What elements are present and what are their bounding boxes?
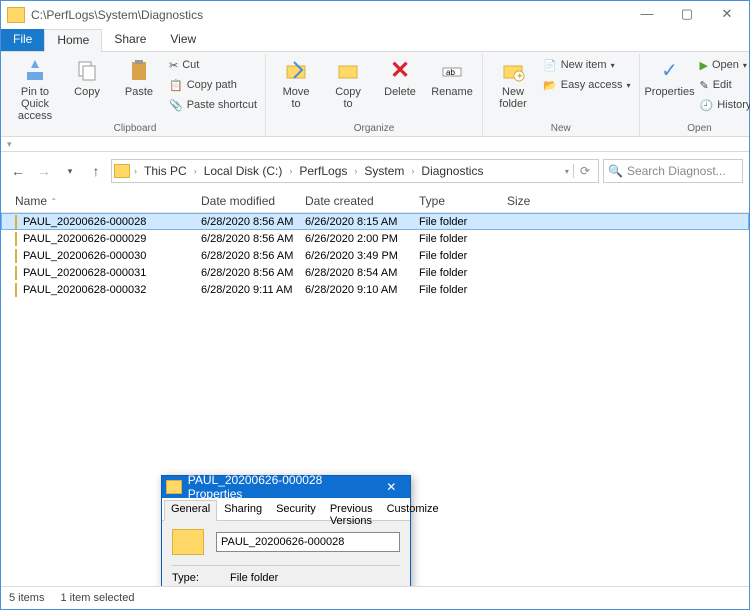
scissors-icon: ✂ — [169, 59, 178, 72]
paste-shortcut-icon: 📎 — [169, 99, 183, 112]
dialog-close-button[interactable]: ✕ — [377, 480, 406, 494]
breadcrumb[interactable]: This PC — [141, 164, 190, 178]
group-open-label: Open — [644, 123, 750, 136]
file-row[interactable]: PAUL_20200626-000030 6/28/2020 8:56 AM 6… — [1, 247, 749, 264]
dialog-body: Type:File folder Location:C:\PerfLogs\Sy… — [162, 521, 410, 586]
folder-icon — [114, 164, 130, 178]
group-new-label: New — [487, 123, 634, 136]
new-folder-button[interactable]: ✦New folder — [487, 54, 539, 123]
tab-customize[interactable]: Customize — [380, 500, 446, 520]
folder-icon — [166, 480, 182, 494]
refresh-button[interactable]: ⟳ — [573, 164, 596, 178]
title-bar: C:\PerfLogs\System\Diagnostics — ▢ ✕ — [1, 1, 749, 29]
copy-path-icon: 📋 — [169, 79, 183, 92]
quick-access-bar: ▾ — [1, 137, 749, 152]
easy-access-icon: 📂 — [543, 79, 557, 92]
open-button[interactable]: ▶Open▾ — [698, 56, 750, 74]
folder-icon — [15, 283, 17, 297]
column-created[interactable]: Date created — [305, 194, 419, 208]
tab-view[interactable]: View — [158, 29, 208, 51]
column-type[interactable]: Type — [419, 194, 507, 208]
paste-shortcut-button[interactable]: 📎Paste shortcut — [167, 96, 259, 114]
address-dropdown-icon[interactable]: ▾ — [561, 167, 573, 176]
properties-dialog: PAUL_20200626-000028 Properties ✕ Genera… — [161, 475, 411, 586]
nav-bar: ← → ▾ ↑ › This PC› Local Disk (C:)› Perf… — [1, 152, 749, 190]
breadcrumb[interactable]: PerfLogs — [296, 164, 350, 178]
copy-to-button[interactable]: Copy to — [322, 54, 374, 123]
folder-icon — [15, 215, 17, 229]
tab-security[interactable]: Security — [269, 500, 323, 520]
edit-icon: ✎ — [700, 79, 709, 92]
selection-count: 1 item selected — [60, 592, 134, 604]
close-button[interactable]: ✕ — [707, 3, 747, 27]
folder-icon — [172, 529, 204, 555]
breadcrumb[interactable]: System — [361, 164, 407, 178]
tab-sharing[interactable]: Sharing — [217, 500, 269, 520]
copy-path-button[interactable]: 📋Copy path — [167, 76, 259, 94]
pin-to-quick-access-button[interactable]: Pin to Quick access — [9, 54, 61, 123]
copy-button[interactable]: Copy — [61, 54, 113, 123]
file-row[interactable]: PAUL_20200628-000032 6/28/2020 9:11 AM 6… — [1, 281, 749, 298]
dialog-title: PAUL_20200626-000028 Properties — [188, 473, 377, 501]
minimize-button[interactable]: — — [627, 3, 667, 27]
dialog-tabs: General Sharing Security Previous Versio… — [162, 498, 410, 521]
properties-button[interactable]: ✓Properties — [644, 54, 696, 123]
forward-button[interactable]: → — [33, 160, 55, 182]
tab-share[interactable]: Share — [102, 29, 158, 51]
file-row[interactable]: PAUL_20200628-000031 6/28/2020 8:56 AM 6… — [1, 264, 749, 281]
maximize-button[interactable]: ▢ — [667, 3, 707, 27]
file-list: PAUL_20200626-000028 6/28/2020 8:56 AM 6… — [1, 213, 749, 586]
tab-previous-versions[interactable]: Previous Versions — [323, 500, 380, 520]
dialog-title-bar[interactable]: PAUL_20200626-000028 Properties ✕ — [162, 476, 410, 498]
file-row[interactable]: PAUL_20200626-000029 6/28/2020 8:56 AM 6… — [1, 230, 749, 247]
folder-name-input[interactable] — [216, 532, 400, 552]
history-icon: 🕘 — [700, 99, 714, 112]
cut-button[interactable]: ✂Cut — [167, 56, 259, 74]
back-button[interactable]: ← — [7, 160, 29, 182]
item-count: 5 items — [9, 592, 44, 604]
window-title: C:\PerfLogs\System\Diagnostics — [31, 8, 203, 22]
history-button[interactable]: 🕘History — [698, 96, 750, 114]
column-modified[interactable]: Date modified — [201, 194, 305, 208]
ribbon-tabs: File Home Share View — [1, 29, 749, 52]
folder-icon — [7, 7, 25, 23]
status-bar: 5 items 1 item selected — [1, 586, 749, 609]
column-size[interactable]: Size — [507, 194, 567, 208]
open-icon: ▶ — [700, 59, 708, 72]
rename-button[interactable]: abRename — [426, 54, 478, 123]
address-bar[interactable]: › This PC› Local Disk (C:)› PerfLogs› Sy… — [111, 159, 599, 183]
folder-icon — [15, 249, 17, 263]
recent-button[interactable]: ▾ — [59, 160, 81, 182]
column-name[interactable]: Name ⌃ — [15, 194, 201, 208]
column-headers: Name ⌃ Date modified Date created Type S… — [1, 190, 749, 213]
group-organize-label: Organize — [270, 123, 478, 136]
new-item-button[interactable]: 📄New item▾ — [541, 56, 632, 74]
move-to-button[interactable]: Move to — [270, 54, 322, 123]
delete-button[interactable]: ✕Delete — [374, 54, 426, 123]
search-box[interactable]: 🔍 Search Diagnost... — [603, 159, 743, 183]
tab-general[interactable]: General — [164, 500, 217, 521]
file-row[interactable]: PAUL_20200626-000028 6/28/2020 8:56 AM 6… — [1, 213, 749, 230]
tab-home[interactable]: Home — [44, 29, 102, 52]
search-icon: 🔍 — [608, 164, 623, 178]
svg-text:✦: ✦ — [516, 71, 524, 81]
tab-file[interactable]: File — [1, 29, 44, 51]
easy-access-button[interactable]: 📂Easy access▾ — [541, 76, 632, 94]
edit-button[interactable]: ✎Edit — [698, 76, 750, 94]
breadcrumb[interactable]: Diagnostics — [418, 164, 486, 178]
up-button[interactable]: ↑ — [85, 160, 107, 182]
breadcrumb[interactable]: Local Disk (C:) — [201, 164, 286, 178]
search-placeholder: Search Diagnost... — [627, 164, 726, 178]
ribbon: Pin to Quick access Copy Paste ✂Cut 📋Cop… — [1, 52, 749, 137]
new-item-icon: 📄 — [543, 59, 557, 72]
group-clipboard-label: Clipboard — [9, 123, 261, 136]
folder-icon — [15, 232, 17, 246]
folder-icon — [15, 266, 17, 280]
paste-button[interactable]: Paste — [113, 54, 165, 123]
svg-text:ab: ab — [446, 68, 455, 77]
